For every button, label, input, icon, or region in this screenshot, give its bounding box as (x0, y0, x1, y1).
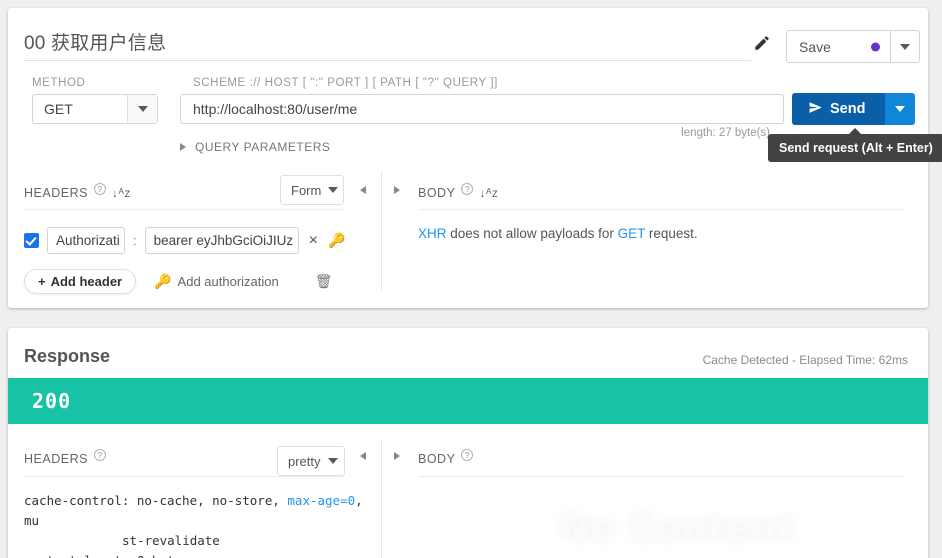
response-collapse-right-icon[interactable] (394, 452, 400, 460)
help-icon[interactable]: ? (461, 449, 474, 461)
status-code: 200 (32, 389, 72, 413)
response-body-underline (418, 476, 904, 477)
header-enabled-checkbox[interactable] (24, 233, 39, 248)
url-format-label: SCHEME :// HOST [ ":" PORT ] [ PATH [ "?… (193, 77, 498, 89)
send-button-label: Send (830, 101, 866, 117)
app-root: 00 获取用户信息 Save METHOD SCHEME :// HOST [ … (0, 0, 942, 558)
pencil-icon[interactable] (753, 34, 771, 52)
query-parameters-label: QUERY PARAMETERS (195, 140, 331, 154)
send-tooltip-text: Send request (Alt + Enter) (779, 141, 933, 155)
send-button[interactable]: Send (792, 93, 886, 125)
request-headers-label: HEADERS (24, 186, 88, 200)
response-header-line: cache-control: no-cache, no-store, max-a… (24, 491, 364, 531)
response-body-placeholder: No Content (560, 508, 794, 549)
request-headers-view-select[interactable]: Form (280, 175, 344, 205)
method-select[interactable]: GET (32, 94, 158, 124)
body-message-middle: does not allow payloads for (446, 226, 618, 241)
header-key-input[interactable]: Authorizati (47, 227, 125, 254)
response-headers-content: cache-control: no-cache, no-store, max-a… (24, 491, 364, 558)
chevron-down-icon (137, 106, 148, 112)
request-body-section-title: BODY ? ↓ᴬz (418, 183, 498, 200)
save-button-group[interactable]: Save (786, 30, 920, 63)
response-headers-label: HEADERS (24, 452, 88, 466)
help-icon[interactable]: ? (93, 449, 106, 461)
paper-plane-icon (808, 100, 823, 119)
add-header-button[interactable]: + Add header (24, 269, 137, 294)
method-label: METHOD (32, 77, 86, 89)
unsaved-indicator-dot (871, 42, 880, 51)
method-select-value: GET (44, 101, 73, 117)
request-body-label: BODY (418, 186, 456, 200)
save-button-label: Save (799, 38, 831, 55)
response-body-label: BODY (418, 452, 456, 466)
request-headers-view-value: Form (291, 182, 322, 198)
body-message-suffix: request. (645, 226, 698, 241)
url-length-note: length: 27 byte(s) (681, 127, 770, 139)
request-title: 00 获取用户信息 (24, 33, 167, 54)
add-header-label: Add header (50, 274, 123, 289)
header-value-input[interactable]: bearer eyJhbGciOiJIUz (144, 227, 299, 254)
request-header-row: Authorizati : bearer eyJhbGciOiJIUz × 🔑 (24, 227, 345, 254)
query-parameters-toggle[interactable]: QUERY PARAMETERS (180, 140, 330, 154)
response-collapse-left-icon[interactable] (360, 452, 366, 460)
tooltip-arrow (848, 128, 862, 135)
response-header-line-text: cache-control: no-cache, no-store, (24, 493, 288, 508)
response-header-line-text: content-lengt… 0 byte (24, 553, 182, 558)
chevron-down-icon (328, 187, 339, 193)
response-title: Response (24, 346, 111, 366)
sort-az-icon[interactable]: ↓ᴬz (479, 186, 498, 200)
key-icon[interactable]: 🔑 (328, 232, 345, 249)
request-title-row: 00 获取用户信息 Save (8, 8, 928, 63)
url-input[interactable]: http://localhost:80/user/me (180, 94, 784, 124)
request-body-message: XHR does not allow payloads for GET requ… (418, 226, 698, 241)
response-headers-view-value: pretty (288, 453, 321, 469)
sort-az-icon[interactable]: ↓ᴬz (112, 186, 131, 200)
response-header-line-text: st-revalidate (122, 533, 220, 548)
request-body-underline (418, 209, 904, 210)
get-link[interactable]: GET (618, 226, 646, 241)
key-icon: 🔑 (154, 273, 172, 289)
request-header-actions: + Add header 🔑 Add authorization 🗑 (24, 269, 333, 294)
plus-icon: + (38, 274, 46, 289)
request-collapse-right-icon[interactable] (394, 186, 400, 194)
response-header-line-highlight: max-age=0 (287, 493, 356, 508)
response-pane-divider (381, 440, 382, 558)
request-card: 00 获取用户信息 Save METHOD SCHEME :// HOST [ … (8, 8, 942, 308)
response-status-bar: 200 (8, 378, 928, 424)
response-headers-section-title: HEADERS ? (24, 449, 106, 466)
request-collapse-left-icon[interactable] (360, 186, 366, 194)
chevron-down-icon (895, 106, 906, 112)
remove-header-icon[interactable]: × (307, 232, 320, 249)
send-tooltip: Send request (Alt + Enter) (768, 128, 942, 162)
request-headers-underline (24, 209, 344, 210)
save-dropdown-button[interactable] (891, 31, 919, 62)
page-right-margin (934, 0, 942, 558)
add-authorization-label: Add authorization (177, 274, 279, 289)
save-button[interactable]: Save (787, 31, 891, 62)
request-headers-section-title: HEADERS ? ↓ᴬz (24, 183, 131, 200)
header-separator: : (133, 233, 137, 248)
response-header-line: st-revalidate (24, 531, 364, 551)
chevron-right-icon (180, 143, 186, 151)
xhr-link[interactable]: XHR (418, 226, 447, 241)
help-icon[interactable]: ? (461, 183, 474, 195)
title-divider (24, 60, 751, 61)
request-pane-divider (381, 172, 382, 290)
trash-icon[interactable]: 🗑 (315, 273, 333, 290)
add-authorization-button[interactable]: 🔑 Add authorization (154, 273, 279, 290)
chevron-down-icon (900, 43, 910, 50)
response-meta: Cache Detected - Elapsed Time: 62ms (702, 353, 908, 367)
response-body-section-title: BODY ? (418, 449, 474, 466)
response-headers-view-select[interactable]: pretty (277, 446, 345, 476)
send-button-group[interactable]: Send (792, 93, 916, 125)
chevron-down-icon (327, 458, 338, 464)
help-icon[interactable]: ? (93, 183, 106, 195)
send-dropdown-button[interactable] (885, 93, 916, 125)
method-select-caret[interactable] (127, 95, 157, 123)
response-headers-underline (24, 476, 344, 477)
response-header-line: content-lengt… 0 byte (24, 551, 364, 558)
